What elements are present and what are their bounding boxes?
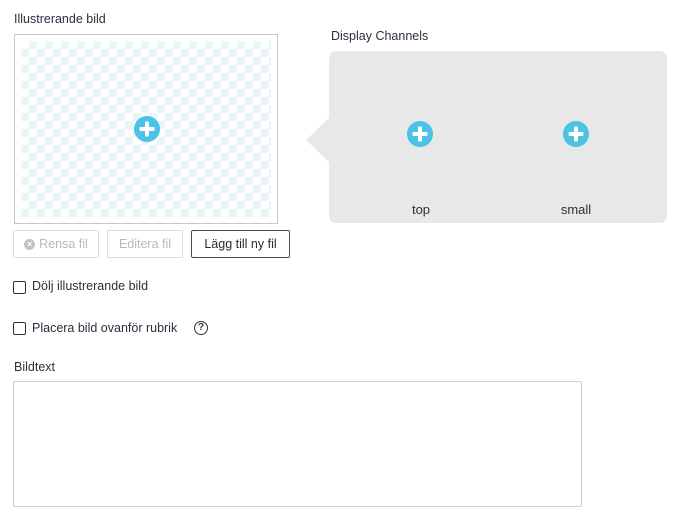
channel-label-top: top xyxy=(411,202,431,217)
plus-circle-icon[interactable] xyxy=(562,120,590,148)
add-new-file-label: Lägg till ny fil xyxy=(204,237,277,251)
edit-file-button[interactable]: Editera fil xyxy=(107,230,183,258)
hide-image-label: Dölj illustrerande bild xyxy=(32,279,149,293)
hide-image-checkbox[interactable] xyxy=(13,281,26,294)
clear-file-label: Rensa fil xyxy=(39,237,88,251)
channel-label-small: small xyxy=(560,202,592,217)
clear-x-icon: × xyxy=(24,238,36,250)
add-new-file-button[interactable]: Lägg till ny fil xyxy=(191,230,290,258)
channels-pointer xyxy=(306,117,330,163)
question-circle-icon[interactable]: ? xyxy=(194,321,208,335)
place-above-title-checkbox[interactable] xyxy=(13,322,26,335)
image-section-label: Illustrerande bild xyxy=(14,12,106,26)
caption-label: Bildtext xyxy=(14,360,55,374)
display-channels-label: Display Channels xyxy=(331,29,429,43)
plus-circle-icon[interactable] xyxy=(133,115,161,143)
place-above-title-label: Placera bild ovanför rubrik xyxy=(32,321,178,335)
edit-file-label: Editera fil xyxy=(118,237,172,251)
display-channels-panel: top small xyxy=(329,51,667,223)
caption-textarea[interactable] xyxy=(13,381,582,507)
clear-file-button[interactable]: × Rensa fil xyxy=(13,230,99,258)
plus-circle-icon[interactable] xyxy=(406,120,434,148)
image-dropzone[interactable] xyxy=(14,34,278,224)
